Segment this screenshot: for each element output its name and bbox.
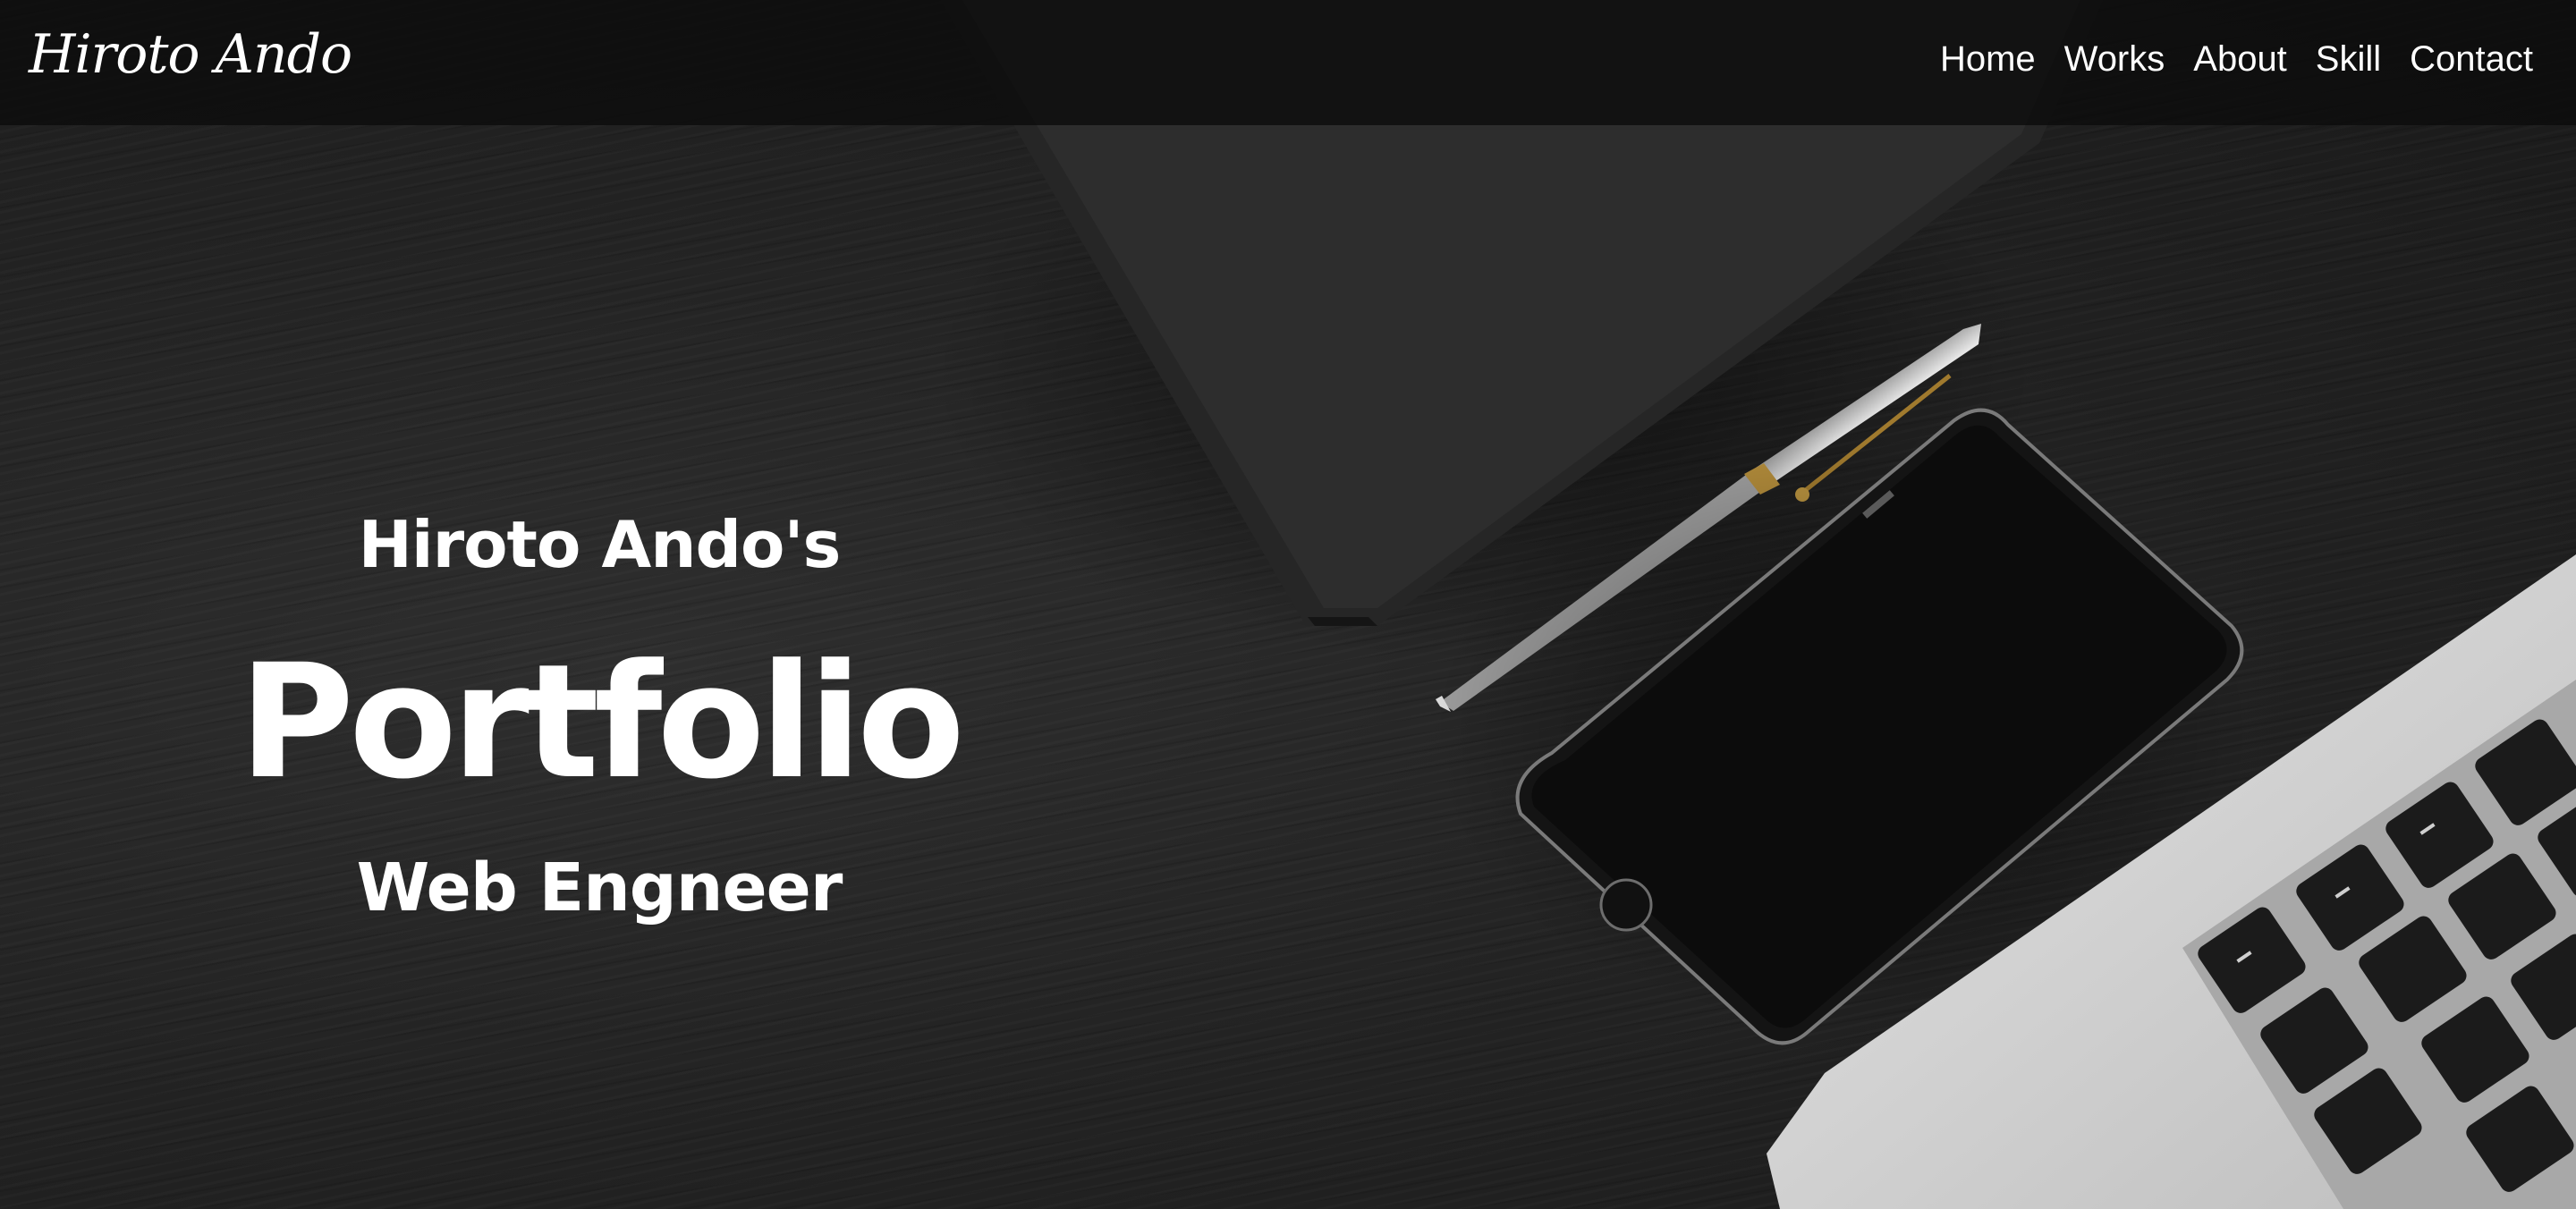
hero-role: Web Engneer: [356, 850, 843, 926]
nav-link-skill[interactable]: Skill: [2316, 39, 2381, 80]
hero-background-illustration: [930, 0, 2576, 1209]
nav-link-contact[interactable]: Contact: [2410, 39, 2533, 80]
hero-section: [0, 0, 2576, 1209]
hero-title: Portfolio: [239, 630, 965, 814]
site-logo[interactable]: Hiroto Ando: [29, 23, 352, 86]
top-navbar: Hiroto Ando Home Works About Skill Conta…: [0, 0, 2576, 125]
nav-link-home[interactable]: Home: [1940, 39, 2036, 80]
hero-owner-heading: Hiroto Ando's: [358, 507, 842, 582]
nav-link-about[interactable]: About: [2193, 39, 2287, 80]
nav-link-works[interactable]: Works: [2064, 39, 2165, 80]
main-nav: Home Works About Skill Contact: [1940, 39, 2533, 80]
